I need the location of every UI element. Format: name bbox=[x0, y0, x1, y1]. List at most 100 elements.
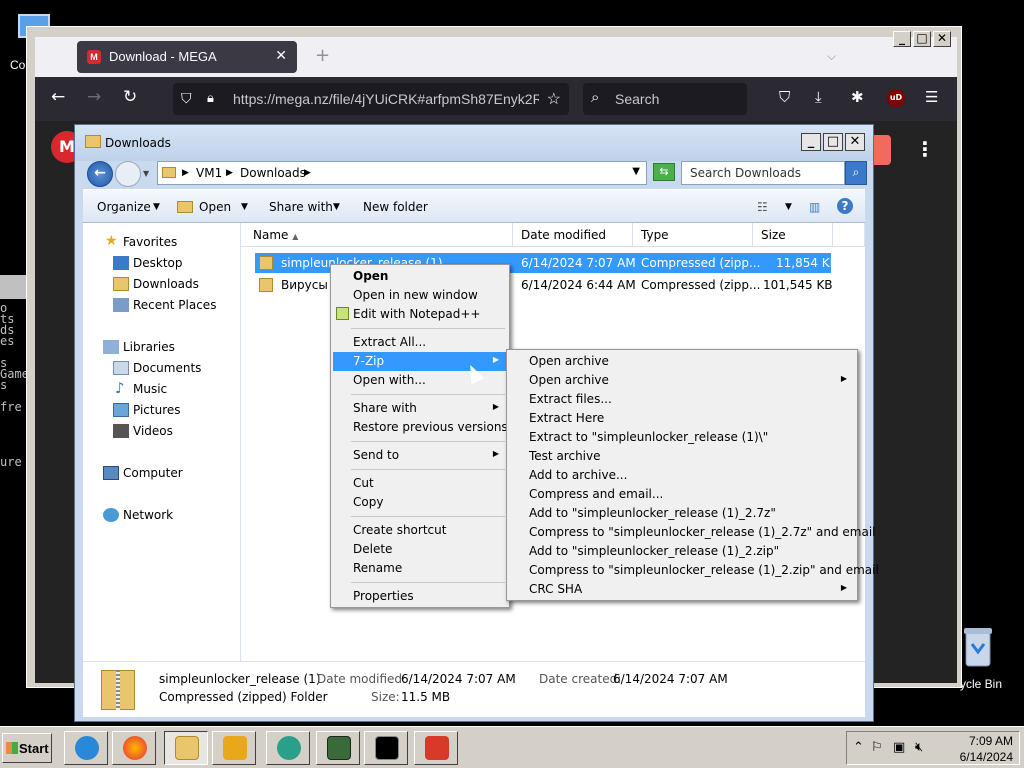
nav-recent-places[interactable]: Recent Places bbox=[133, 298, 216, 312]
flag-icon[interactable]: ⚐ bbox=[871, 740, 883, 755]
nav-documents[interactable]: Documents bbox=[133, 361, 201, 375]
firefox-button[interactable] bbox=[112, 731, 156, 765]
chevron-up-icon[interactable]: ⌃ bbox=[853, 740, 864, 755]
app-button[interactable] bbox=[266, 731, 310, 765]
breadcrumb-downloads[interactable]: Downloads bbox=[240, 166, 306, 180]
clock-date[interactable]: 6/14/2024 bbox=[960, 750, 1013, 764]
minimize-button[interactable]: _ bbox=[893, 31, 911, 47]
chevron-down-icon[interactable]: ▼ bbox=[241, 202, 248, 212]
explorer-button[interactable] bbox=[164, 731, 208, 765]
list-all-tabs-icon[interactable]: ⌵ bbox=[827, 49, 836, 64]
url-text[interactable]: https://mega.nz/file/4jYUiCRK#arfpmSh87E… bbox=[233, 91, 539, 107]
menu-item-7zip[interactable]: 7-Zip ▶ bbox=[333, 352, 507, 371]
forward-arrow-icon[interactable]: → bbox=[87, 87, 101, 107]
open-button[interactable]: Open bbox=[199, 200, 231, 214]
preview-pane-icon[interactable]: ▥ bbox=[809, 200, 820, 214]
submenu-item[interactable]: Test archive bbox=[509, 447, 855, 466]
browser-tab[interactable]: M Download - MEGA ✕ bbox=[77, 41, 297, 73]
task-manager-button[interactable] bbox=[316, 731, 360, 765]
chevron-icon[interactable]: ▶ bbox=[226, 168, 233, 178]
submenu-item[interactable]: Open archive ▶ bbox=[509, 371, 855, 390]
history-dropdown-icon[interactable]: ▼ bbox=[143, 169, 149, 178]
view-options-icon[interactable]: ☷ bbox=[757, 200, 768, 214]
submenu-item[interactable]: CRC SHA ▶ bbox=[509, 580, 855, 599]
organize-button[interactable]: Organize bbox=[97, 200, 151, 214]
chevron-icon[interactable]: ▶ bbox=[182, 168, 189, 178]
downloads-icon[interactable]: ⤓ bbox=[815, 88, 822, 106]
maximize-button[interactable]: □ bbox=[823, 133, 843, 151]
reload-icon[interactable]: ↻ bbox=[123, 87, 137, 107]
tab-close-icon[interactable]: ✕ bbox=[275, 47, 287, 64]
volume-muted-icon[interactable]: 🔇︎ bbox=[915, 740, 923, 755]
cmd-button[interactable] bbox=[364, 731, 408, 765]
menu-item-copy[interactable]: Copy bbox=[333, 493, 507, 512]
submenu-item[interactable]: Compress to "simpleunlocker_release (1)_… bbox=[509, 523, 875, 542]
url-bar[interactable]: ⛉ 🔒︎ https://mega.nz/file/4jYUiCRK#arfpm… bbox=[173, 83, 569, 115]
menu-item-create-shortcut[interactable]: Create shortcut bbox=[333, 521, 507, 540]
search-icon[interactable]: ⌕ bbox=[845, 161, 867, 185]
new-folder-button[interactable]: New folder bbox=[363, 200, 428, 214]
menu-item-open-new-window[interactable]: Open in new window bbox=[333, 286, 507, 305]
nav-desktop[interactable]: Desktop bbox=[133, 256, 183, 270]
mega-red-button[interactable] bbox=[871, 135, 891, 165]
refresh-button[interactable]: ⇆ bbox=[653, 163, 675, 181]
menu-item-edit-notepad[interactable]: Edit with Notepad++ bbox=[333, 305, 507, 324]
back-arrow-icon[interactable]: ← bbox=[51, 87, 65, 107]
menu-item-delete[interactable]: Delete bbox=[333, 540, 507, 559]
chevron-down-icon[interactable]: ▼ bbox=[153, 202, 160, 212]
clock-time[interactable]: 7:09 AM bbox=[969, 734, 1013, 748]
submenu-item[interactable]: Add to "simpleunlocker_release (1)_2.zip… bbox=[509, 542, 855, 561]
minimize-button[interactable]: _ bbox=[801, 133, 821, 151]
nav-favorites[interactable]: Favorites bbox=[123, 235, 177, 249]
share-with-button[interactable]: Share with bbox=[269, 200, 333, 214]
column-header-type[interactable]: Type bbox=[633, 223, 753, 247]
pocket-icon[interactable]: ⛉ bbox=[779, 88, 790, 106]
toolbox-button[interactable] bbox=[414, 731, 458, 765]
recycle-bin-icon[interactable] bbox=[958, 624, 998, 672]
column-header-size[interactable]: Size bbox=[753, 223, 833, 247]
nav-pictures[interactable]: Pictures bbox=[133, 403, 181, 417]
tracking-shield-icon[interactable]: ⛉ bbox=[181, 90, 192, 107]
submenu-item[interactable]: Add to archive... bbox=[509, 466, 855, 485]
internet-explorer-button[interactable] bbox=[64, 731, 108, 765]
address-dropdown-icon[interactable]: ▼ bbox=[632, 166, 640, 177]
submenu-item[interactable]: Extract to "simpleunlocker_release (1)\" bbox=[509, 428, 855, 447]
address-bar[interactable]: ▶ VM1 ▶ Downloads ▶ ▼ bbox=[157, 161, 647, 185]
menu-item-open[interactable]: Open bbox=[333, 267, 507, 286]
column-header-name[interactable]: Name ▲ bbox=[241, 223, 513, 247]
maximize-button[interactable]: □ bbox=[913, 31, 931, 47]
chevron-down-icon[interactable]: ▼ bbox=[333, 202, 340, 212]
media-player-button[interactable] bbox=[212, 731, 256, 765]
submenu-item[interactable]: Extract files... bbox=[509, 390, 855, 409]
submenu-item[interactable]: Compress to "simpleunlocker_release (1)_… bbox=[509, 561, 879, 580]
forward-button[interactable] bbox=[115, 161, 141, 187]
menu-item-cut[interactable]: Cut bbox=[333, 474, 507, 493]
nav-libraries[interactable]: Libraries bbox=[123, 340, 175, 354]
network-tray-icon[interactable]: ▣ bbox=[893, 740, 905, 755]
search-downloads-input[interactable]: Search Downloads bbox=[681, 161, 845, 185]
nav-videos[interactable]: Videos bbox=[133, 424, 173, 438]
chevron-down-icon[interactable]: ▼ bbox=[785, 202, 792, 212]
menu-item-restore-previous[interactable]: Restore previous versions bbox=[333, 418, 508, 437]
nav-computer[interactable]: Computer bbox=[123, 466, 183, 480]
nav-music[interactable]: Music bbox=[133, 382, 167, 396]
menu-item-properties[interactable]: Properties bbox=[333, 587, 507, 606]
lock-icon[interactable]: 🔒︎ bbox=[207, 90, 214, 106]
start-button[interactable]: Start bbox=[2, 733, 52, 763]
bookmark-star-icon[interactable]: ☆ bbox=[547, 89, 561, 109]
menu-item-extract-all[interactable]: Extract All... bbox=[333, 333, 507, 352]
submenu-item[interactable]: Open archive bbox=[509, 352, 855, 371]
chevron-icon[interactable]: ▶ bbox=[304, 168, 311, 178]
back-button[interactable]: ← bbox=[87, 161, 113, 187]
breadcrumb-vm1[interactable]: VM1 bbox=[196, 166, 222, 180]
nav-network[interactable]: Network bbox=[123, 508, 173, 522]
help-icon[interactable]: ? bbox=[837, 198, 853, 214]
menu-item-rename[interactable]: Rename bbox=[333, 559, 507, 578]
new-tab-icon[interactable]: + bbox=[315, 45, 330, 66]
menu-item-share-with[interactable]: Share with ▶ bbox=[333, 399, 507, 418]
menu-item-send-to[interactable]: Send to ▶ bbox=[333, 446, 507, 465]
extensions-icon[interactable]: ✱ bbox=[851, 88, 864, 106]
submenu-item[interactable]: Extract Here bbox=[509, 409, 855, 428]
column-header-date[interactable]: Date modified bbox=[513, 223, 633, 247]
close-button[interactable]: ✕ bbox=[933, 31, 951, 47]
